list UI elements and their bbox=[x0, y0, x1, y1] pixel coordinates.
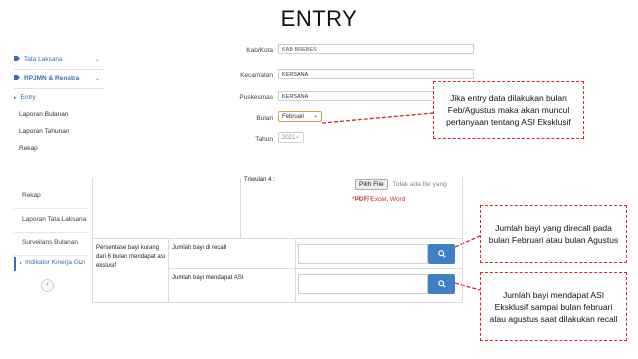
table-border bbox=[462, 238, 463, 302]
upload-hint: *PDF, Excel, Word bbox=[352, 196, 406, 203]
recall-count-input[interactable] bbox=[298, 244, 428, 264]
sidebar-collapse-button[interactable]: ‹ bbox=[41, 279, 54, 292]
triwulan-label: Triwulan 4 : bbox=[244, 177, 275, 183]
sidebar-item-indikator-kinerja-gizi[interactable]: ▸ Indikator Kinerja Gizi ⌄ bbox=[14, 257, 88, 271]
table-border bbox=[92, 238, 462, 239]
table-border bbox=[92, 238, 93, 302]
asi-search-button[interactable] bbox=[428, 274, 455, 294]
table-border bbox=[240, 178, 241, 238]
asi-row-label: Jumlah bayi mendapat ASI bbox=[172, 275, 244, 281]
table-border bbox=[295, 238, 296, 302]
sidebar-item-label: Indikator Kinerja Gizi bbox=[25, 259, 85, 266]
callout-recall: Jumlah bayi yang direcall pada bulan Feb… bbox=[480, 205, 627, 263]
recall-search-button[interactable] bbox=[428, 244, 455, 264]
sidebar-item-laporan-tata-laksana[interactable]: Laporan Tata Laksana bbox=[22, 216, 86, 223]
divider bbox=[14, 208, 88, 209]
divider bbox=[14, 232, 88, 233]
table-border bbox=[168, 268, 462, 269]
callout-asi-exclusive: Jumlah bayi mendapat ASI Eksklusif sampa… bbox=[480, 272, 627, 341]
connector-line bbox=[321, 112, 434, 124]
table-border bbox=[92, 178, 93, 238]
file-upload-input[interactable]: Pilih File Tidak ada file yang dipilih bbox=[355, 178, 465, 202]
asi-count-input[interactable] bbox=[298, 274, 428, 294]
bottom-sidebar: Rekap Laporan Tata Laksana Surveilans Bu… bbox=[14, 183, 88, 343]
divider bbox=[14, 255, 88, 256]
indicator-label: Persentase bayi kurang dari 6 bulan mend… bbox=[96, 245, 166, 269]
callout-asi-question: Jika entry data dilakukan bulan Feb/Agus… bbox=[433, 81, 584, 139]
search-icon bbox=[437, 250, 446, 260]
bullet-icon: ▸ bbox=[20, 260, 23, 265]
choose-file-button[interactable]: Pilih File bbox=[355, 179, 388, 190]
table-border bbox=[168, 238, 169, 302]
table-border bbox=[92, 302, 462, 303]
chevron-down-icon: ⌄ bbox=[78, 260, 84, 266]
sidebar-item-rekap-2[interactable]: Rekap bbox=[22, 192, 41, 199]
connector-line bbox=[454, 282, 481, 291]
search-icon bbox=[437, 280, 446, 290]
recall-row-label: Jumlah bayi di recall bbox=[172, 245, 227, 251]
sidebar-item-surveilans-bulanan[interactable]: Surveilans Bulanan bbox=[22, 239, 78, 246]
